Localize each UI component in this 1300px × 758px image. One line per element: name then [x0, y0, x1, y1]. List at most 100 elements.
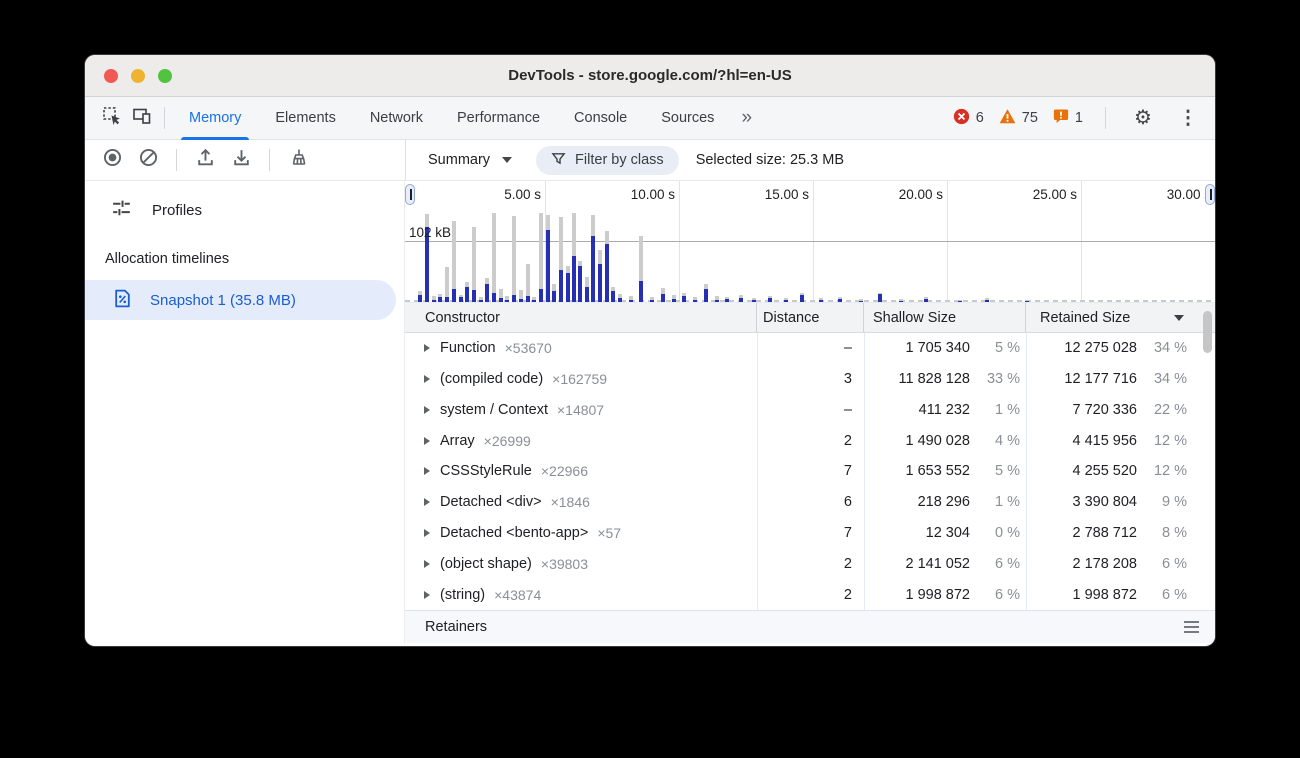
table-row[interactable]: (object shape)×3980322 141 0526 %2 178 2… — [405, 548, 1215, 579]
shallow-size-percent: 1 % — [970, 494, 1020, 510]
time-tick-label: 20.00 s — [899, 187, 943, 202]
error-badge[interactable]: 6 — [953, 108, 984, 129]
tab-memory[interactable]: Memory — [172, 97, 258, 140]
error-icon — [953, 108, 970, 129]
sort-descending-icon — [1174, 315, 1184, 321]
table-row[interactable]: Array×2699921 490 0284 %4 415 95612 % — [405, 425, 1215, 456]
perspective-select[interactable]: Summary — [420, 152, 520, 168]
allocation-bar-live — [539, 289, 543, 302]
clear-profiles-button[interactable] — [133, 145, 163, 175]
timeline-right-handle[interactable] — [1205, 184, 1215, 205]
sidebar-item-snapshot-1[interactable]: Snapshot 1 (35.8 MB) — [85, 280, 396, 320]
zoom-button[interactable] — [158, 69, 172, 83]
close-button[interactable] — [104, 69, 118, 83]
allocation-bar-live — [1025, 301, 1029, 302]
disclosure-triangle-icon[interactable] — [424, 406, 430, 414]
distance-cell: 7 — [757, 525, 864, 541]
allocation-bar-live — [452, 289, 456, 302]
disclosure-triangle-icon[interactable] — [424, 498, 430, 506]
issue-badge[interactable]: 1 — [1053, 108, 1083, 128]
snapshot-document-icon — [112, 288, 133, 313]
allocation-bar-live — [526, 296, 530, 302]
disclosure-triangle-icon[interactable] — [424, 437, 430, 445]
inspect-element-button[interactable] — [97, 103, 127, 133]
constructor-name: Array — [440, 433, 475, 449]
disclosure-triangle-icon[interactable] — [424, 467, 430, 475]
more-tabs-button[interactable]: » — [731, 107, 762, 129]
tab-elements[interactable]: Elements — [258, 97, 352, 140]
table-row[interactable]: Detached <div>×18466218 2961 %3 390 8049… — [405, 487, 1215, 518]
filter-by-class-input[interactable]: Filter by class — [536, 146, 679, 175]
shallow-size-percent: 1 % — [970, 402, 1020, 418]
allocation-bar-live — [572, 256, 576, 302]
shallow-size-cell: 1 490 0284 % — [864, 433, 1026, 449]
table-row[interactable]: system / Context×14807–411 2321 %7 720 3… — [405, 395, 1215, 426]
table-row[interactable]: Detached <bento-app>×57712 3040 %2 788 7… — [405, 518, 1215, 549]
tab-network[interactable]: Network — [353, 97, 440, 140]
allocation-bar-live — [546, 230, 550, 302]
allocation-bar-live — [432, 300, 436, 302]
table-row[interactable]: Function×53670–1 705 3405 %12 275 02834 … — [405, 333, 1215, 364]
tab-label: Sources — [661, 110, 714, 126]
record-heap-button[interactable] — [97, 145, 127, 175]
constructor-name: Detached <div> — [440, 494, 542, 510]
column-label: Retained Size — [1040, 310, 1130, 326]
constructor-name: Function — [440, 340, 496, 356]
distance-cell: 3 — [757, 371, 864, 387]
allocation-bar-total — [492, 213, 496, 302]
load-profile-button[interactable] — [190, 145, 220, 175]
minimize-button[interactable] — [131, 69, 145, 83]
main-menu-button[interactable]: ⋮ — [1173, 103, 1203, 133]
warning-count: 75 — [1022, 110, 1038, 126]
snapshot-label: Snapshot 1 (35.8 MB) — [150, 292, 296, 309]
retained-size-value: 2 178 208 — [1026, 556, 1137, 572]
vertical-scrollbar-thumb[interactable] — [1203, 311, 1212, 353]
allocation-timeline-chart[interactable]: 102 kB 5.00 s10.00 s15.00 s20.00 s25.00 … — [405, 181, 1215, 303]
constructor-cell: Array×26999 — [405, 433, 757, 449]
shallow-size-percent: 6 % — [970, 556, 1020, 572]
separator — [1105, 107, 1106, 129]
timeline-left-handle[interactable] — [405, 184, 415, 205]
column-header-distance[interactable]: Distance — [757, 303, 864, 332]
memory-gridline — [405, 241, 1215, 242]
table-row[interactable]: CSSStyleRule×2296671 653 5525 %4 255 520… — [405, 456, 1215, 487]
retained-size-percent: 22 % — [1137, 402, 1187, 418]
kebab-menu-icon: ⋮ — [1175, 109, 1202, 128]
shallow-size-cell: 11 828 12833 % — [864, 371, 1026, 387]
settings-button[interactable]: ⚙ — [1128, 103, 1158, 133]
constructor-cell: (string)×43874 — [405, 587, 757, 603]
table-row[interactable]: (compiled code)×162759311 828 12833 %12 … — [405, 364, 1215, 395]
retained-size-cell: 4 415 95612 % — [1026, 433, 1214, 449]
column-label: Constructor — [425, 310, 500, 326]
disclosure-triangle-icon[interactable] — [424, 344, 430, 352]
shallow-size-value: 218 296 — [918, 494, 970, 510]
collect-garbage-button[interactable] — [283, 145, 313, 175]
table-row[interactable]: (string)×4387421 998 8726 %1 998 8726 % — [405, 579, 1215, 610]
disclosure-triangle-icon[interactable] — [424, 375, 430, 383]
column-header-constructor[interactable]: Constructor — [405, 303, 757, 332]
allocation-bar-live — [899, 301, 903, 302]
column-label: Distance — [763, 310, 819, 326]
shallow-size-percent: 6 % — [970, 587, 1020, 603]
separator — [176, 149, 177, 171]
tab-sources[interactable]: Sources — [644, 97, 731, 140]
warning-badge[interactable]: 75 — [999, 108, 1038, 129]
disclosure-triangle-icon[interactable] — [424, 560, 430, 568]
column-header-shallow-size[interactable]: Shallow Size — [864, 303, 1026, 332]
instance-count: ×39803 — [541, 556, 588, 572]
save-profile-button[interactable] — [226, 145, 256, 175]
retained-size-value: 12 275 028 — [1026, 340, 1137, 356]
disclosure-triangle-icon[interactable] — [424, 591, 430, 599]
retained-size-value: 2 788 712 — [1026, 525, 1137, 541]
retainers-pane-header[interactable]: Retainers — [405, 610, 1215, 643]
tab-console[interactable]: Console — [557, 97, 644, 140]
heap-table-header: Constructor Distance Shallow Size Retain… — [405, 303, 1215, 333]
shallow-size-cell: 1 705 3405 % — [864, 340, 1026, 356]
tab-performance[interactable]: Performance — [440, 97, 557, 140]
column-header-retained-size[interactable]: Retained Size — [1026, 303, 1214, 332]
hamburger-icon — [1184, 621, 1199, 633]
retained-size-value: 7 720 336 — [1026, 402, 1137, 418]
disclosure-triangle-icon[interactable] — [424, 529, 430, 537]
device-toolbar-button[interactable] — [127, 103, 157, 133]
allocation-bar-live — [924, 299, 928, 302]
